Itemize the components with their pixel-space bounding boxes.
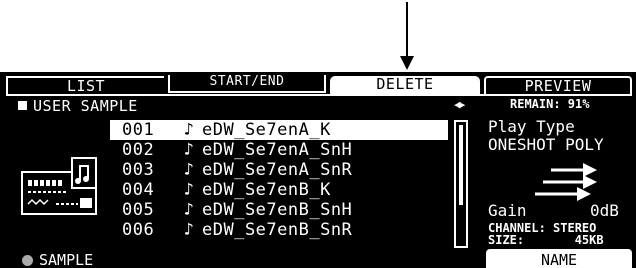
list-item[interactable]: 003 ♪ eDW_Se7enA_SnR <box>110 160 448 180</box>
sample-number: 002 <box>122 140 155 160</box>
list-item[interactable]: 005 ♪ eDW_Se7enB_SnH <box>110 200 448 220</box>
sample-list: 001 ♪ eDW_Se7enA_K 002 ♪ eDW_Se7enA_SnH 003 ♪… <box>110 120 448 240</box>
sample-card-icon <box>21 157 97 215</box>
tab-divider <box>6 94 632 96</box>
page-title: USER SAMPLE <box>18 98 138 114</box>
sample-number: 003 <box>122 160 155 180</box>
sample-section-label: SAMPLE <box>22 252 93 268</box>
tab-preview[interactable]: PREVIEW <box>484 76 632 94</box>
down-arrow-annotation-icon <box>400 2 414 70</box>
sample-name: eDW_Se7enA_SnH <box>202 140 353 160</box>
page-title-text: USER SAMPLE <box>33 97 138 115</box>
list-item[interactable]: 001 ♪ eDW_Se7enA_K <box>110 120 448 140</box>
tab-list[interactable]: LIST <box>6 76 164 94</box>
sample-number: 006 <box>122 220 155 240</box>
sample-name: eDW_Se7enA_SnR <box>202 160 353 180</box>
tab-delete[interactable]: DELETE <box>330 76 480 94</box>
scrollbar-thumb[interactable] <box>459 125 463 205</box>
music-note-icon: ♪ <box>183 160 195 180</box>
music-note-icon: ♪ <box>183 140 195 160</box>
oneshot-poly-icon <box>535 163 597 201</box>
name-button[interactable]: NAME <box>486 249 632 268</box>
gain-label: Gain <box>488 201 527 220</box>
remain-indicator: REMAIN: 91% <box>510 97 590 111</box>
play-type-value: ONESHOT POLY <box>488 135 604 154</box>
left-right-arrows-icon: ◀▶ <box>454 98 465 111</box>
music-note-icon: ♪ <box>183 120 195 140</box>
music-note-icon: ♪ <box>183 220 195 240</box>
size-info: SIZE: 45KB <box>488 233 604 247</box>
sample-number: 001 <box>122 120 155 140</box>
sample-number: 005 <box>122 200 155 220</box>
gain-value: 0dB <box>590 201 619 220</box>
lcd-screen: LIST START/END DELETE PREVIEW USER SAMPL… <box>0 72 636 268</box>
sample-name: eDW_Se7enB_SnH <box>202 200 353 220</box>
list-item[interactable]: 006 ♪ eDW_Se7enB_SnR <box>110 220 448 240</box>
sample-section-text: SAMPLE <box>39 251 94 268</box>
sample-number: 004 <box>122 180 155 200</box>
tab-start-end[interactable]: START/END <box>168 75 326 93</box>
play-type-label: Play Type <box>488 117 575 136</box>
music-note-icon: ♪ <box>183 180 195 200</box>
knob-icon <box>22 255 33 266</box>
list-item[interactable]: 002 ♪ eDW_Se7enA_SnH <box>110 140 448 160</box>
sample-name: eDW_Se7enB_SnR <box>202 220 353 240</box>
music-note-icon: ♪ <box>183 200 195 220</box>
sample-name: eDW_Se7enA_K <box>202 120 331 140</box>
sample-name: eDW_Se7enB_K <box>202 180 331 200</box>
scrollbar[interactable] <box>454 120 468 248</box>
list-item[interactable]: 004 ♪ eDW_Se7enB_K <box>110 180 448 200</box>
square-bullet-icon <box>18 101 27 110</box>
